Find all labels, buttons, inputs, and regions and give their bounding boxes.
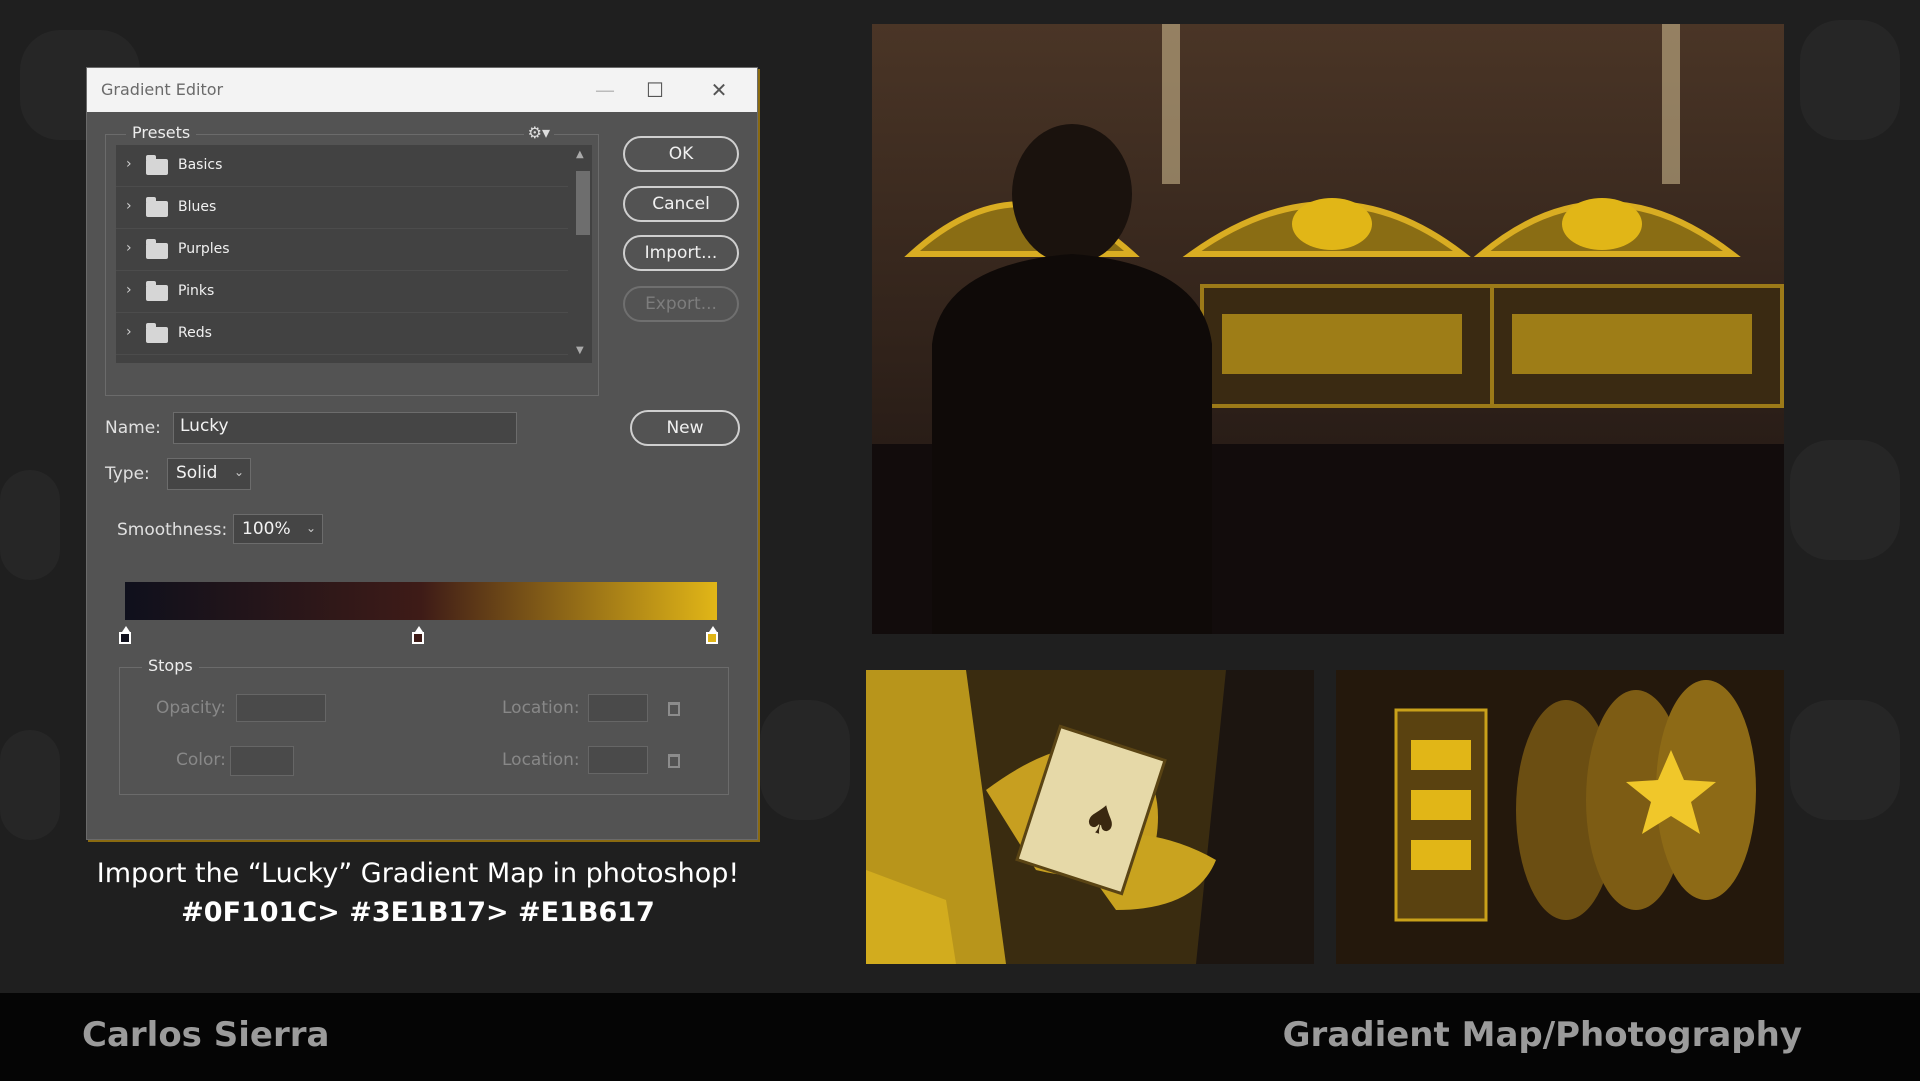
name-input[interactable]: Lucky — [173, 412, 517, 444]
dialog-title: Gradient Editor — [101, 80, 224, 99]
cancel-button[interactable]: Cancel — [623, 186, 739, 222]
presets-label: Presets — [126, 123, 197, 142]
gear-icon[interactable]: ⚙▾ — [523, 123, 554, 142]
chevron-down-icon: ⌄ — [305, 521, 316, 535]
scroll-thumb[interactable] — [576, 171, 590, 235]
minimize-button[interactable]: — — [583, 74, 627, 106]
preset-label: Reds — [178, 325, 212, 341]
close-button[interactable]: ✕ — [697, 74, 741, 106]
title-bar: Gradient Editor — ☐ ✕ — [87, 68, 757, 112]
presets-list[interactable]: › Basics › Blues › Purples › Pinks › Red… — [116, 145, 592, 363]
chevron-right-icon[interactable]: › — [126, 156, 132, 172]
chevron-right-icon[interactable]: › — [126, 324, 132, 340]
folder-icon — [146, 239, 168, 259]
scroll-up-icon[interactable]: ▲ — [576, 149, 584, 160]
name-label: Name: — [105, 418, 161, 438]
opacity-location-label: Location: — [502, 698, 580, 718]
preset-label: Blues — [178, 199, 217, 215]
caption-instruction: Import the “Lucky” Gradient Map in photo… — [96, 858, 740, 889]
photo-slot-machine-player — [872, 24, 1784, 634]
gradient-preview-bar[interactable] — [125, 582, 717, 620]
folder-icon — [146, 323, 168, 343]
photo-slot-reels-art — [1336, 670, 1784, 964]
ok-button[interactable]: OK — [623, 136, 739, 172]
opacity-location-input[interactable] — [588, 694, 648, 722]
chevron-down-icon: ⌄ — [233, 465, 244, 479]
presets-group: Presets ⚙▾ › Basics › Blues › Purples › … — [105, 123, 599, 396]
type-value: Solid — [176, 463, 218, 483]
preset-folder-blues[interactable]: › Blues — [116, 187, 568, 229]
opacity-select[interactable] — [236, 694, 326, 722]
stops-group: Stops Opacity: Location: Color: Location… — [119, 656, 729, 795]
color-label: Color: — [176, 750, 226, 770]
stops-label: Stops — [142, 656, 199, 675]
photo-playing-cards: ♠ — [866, 670, 1314, 964]
chevron-right-icon[interactable]: › — [126, 198, 132, 214]
color-stop-0[interactable] — [119, 626, 131, 644]
footer-bar: Carlos Sierra Gradient Map/Photography — [0, 993, 1920, 1081]
preset-folder-pinks[interactable]: › Pinks — [116, 271, 568, 313]
photo-slot-reels — [1336, 670, 1784, 964]
folder-icon — [146, 281, 168, 301]
caption: Import the “Lucky” Gradient Map in photo… — [68, 858, 768, 928]
new-button[interactable]: New — [630, 410, 740, 446]
preset-folder-purples[interactable]: › Purples — [116, 229, 568, 271]
type-select[interactable]: Solid ⌄ — [167, 458, 251, 490]
gradient-editor-dialog: Gradient Editor — ☐ ✕ Presets ⚙▾ › Basic… — [86, 67, 758, 840]
smoothness-value: 100% — [242, 519, 291, 539]
color-swatch[interactable] — [230, 746, 294, 776]
trash-icon[interactable] — [668, 754, 680, 768]
color-stop-1[interactable] — [412, 626, 424, 644]
preset-label: Basics — [178, 157, 223, 173]
preset-folder-reds[interactable]: › Reds — [116, 313, 568, 355]
preset-label: Pinks — [178, 283, 215, 299]
maximize-button[interactable]: ☐ — [633, 74, 677, 106]
smoothness-select[interactable]: 100% ⌄ — [233, 514, 323, 544]
type-label: Type: — [105, 464, 150, 484]
smoothness-label: Smoothness: — [117, 520, 228, 540]
project-category: Gradient Map/Photography — [1282, 1015, 1802, 1055]
author-name: Carlos Sierra — [82, 1015, 330, 1055]
export-button[interactable]: Export... — [623, 286, 739, 322]
color-location-label: Location: — [502, 750, 580, 770]
preset-label: Purples — [178, 241, 230, 257]
presets-scrollbar[interactable]: ▲ ▼ — [570, 145, 592, 363]
caption-hex-codes: #0F101C> #3E1B17> #E1B617 — [181, 897, 655, 928]
photo-playing-cards-art: ♠ — [866, 670, 1314, 964]
scroll-down-icon[interactable]: ▼ — [576, 345, 584, 356]
photo-slot-machine-player-art — [872, 24, 1784, 634]
import-button[interactable]: Import... — [623, 235, 739, 271]
folder-icon — [146, 155, 168, 175]
folder-icon — [146, 197, 168, 217]
chevron-right-icon[interactable]: › — [126, 240, 132, 256]
chevron-right-icon[interactable]: › — [126, 282, 132, 298]
preset-folder-basics[interactable]: › Basics — [116, 145, 568, 187]
opacity-label: Opacity: — [156, 698, 226, 718]
color-stop-2[interactable] — [706, 626, 718, 644]
trash-icon[interactable] — [668, 702, 680, 716]
color-location-input[interactable] — [588, 746, 648, 774]
